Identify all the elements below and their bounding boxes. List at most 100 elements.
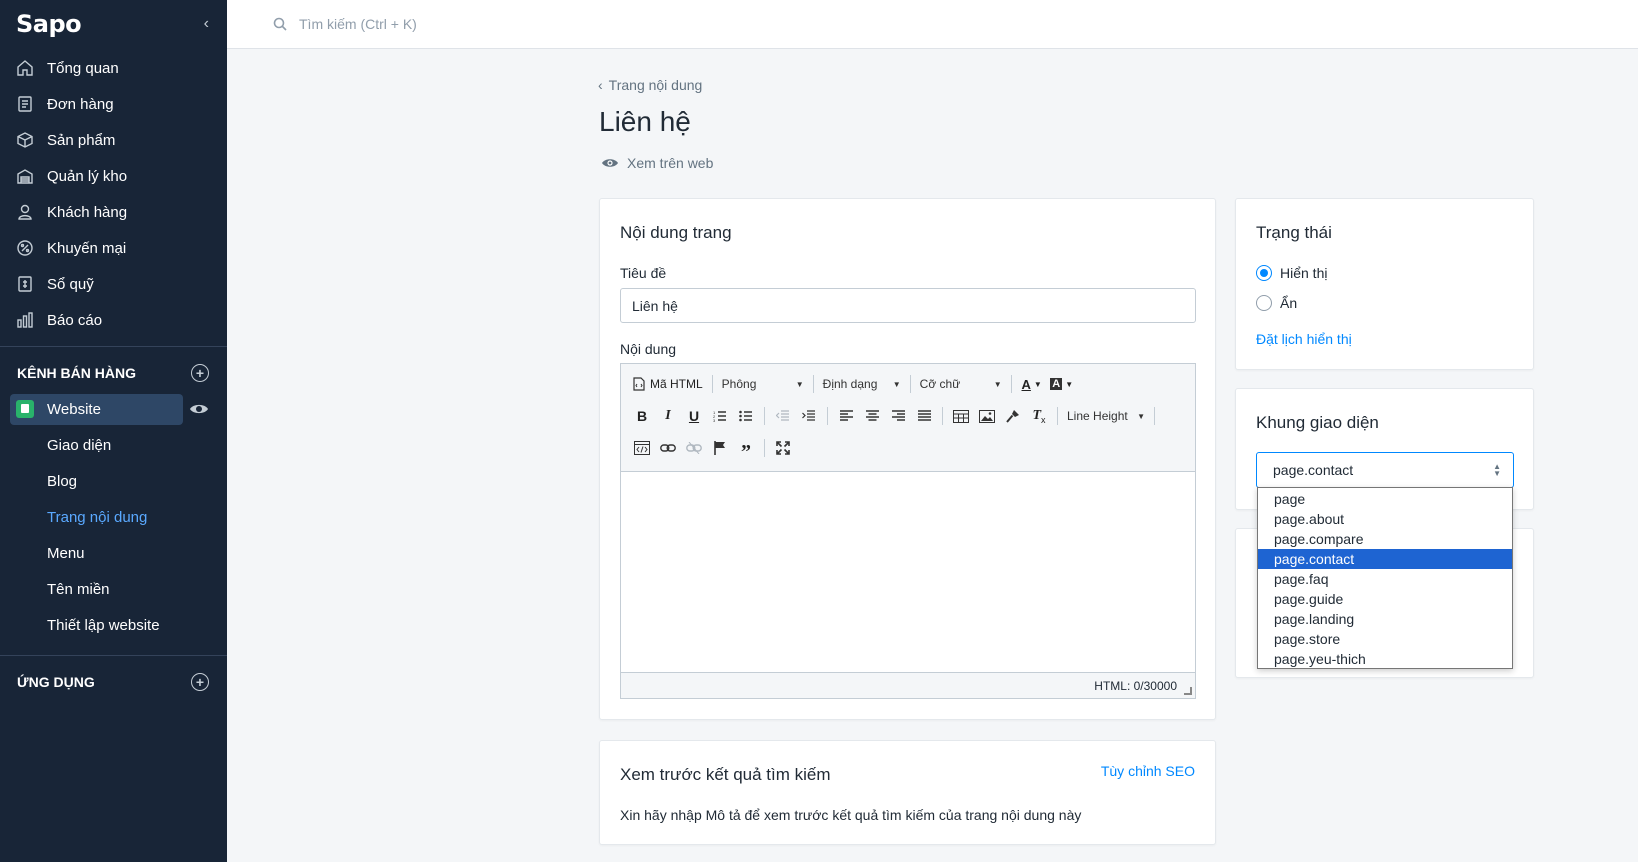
dropdown-option[interactable]: page.faq [1258,569,1512,589]
dropdown-option[interactable]: page.guide [1258,589,1512,609]
blockquote-icon[interactable]: ” [733,435,759,463]
outdent-icon[interactable] [770,403,796,429]
content-card-title: Nội dung trang [620,223,732,242]
toolbar-separator [764,407,765,425]
editor-content-area[interactable] [621,472,1195,672]
page-title: Liên hệ [599,106,691,137]
align-justify-icon[interactable] [911,403,937,429]
template-select[interactable]: page.contact ▲ ▼ [1256,452,1514,488]
ordered-list-icon[interactable]: 123 [707,403,733,429]
sidebar-item-cashbook[interactable]: Sổ quỹ [0,266,227,302]
background-color-button[interactable]: A ▼ [1047,371,1077,397]
chevron-left-icon: ‹ [598,77,603,93]
html-char-count: HTML: 0/30000 [1094,678,1177,693]
sidebar-item-reports[interactable]: Báo cáo [0,302,227,338]
percent-icon [16,239,34,257]
table-icon[interactable] [948,403,974,429]
toolbar-separator [1057,407,1058,425]
visibility-show-option[interactable]: Hiển thị [1256,265,1327,281]
dropdown-option[interactable]: page.yeu-thich [1258,649,1512,669]
caret-down-icon: ▼ [892,379,901,389]
sidebar-item-label: Báo cáo [47,311,103,329]
breadcrumb-back-link[interactable]: ‹ Trang nội dung [598,77,702,93]
sidebar-item-website[interactable]: Website [10,393,183,425]
sidebar-item-label: Sản phẩm [47,131,116,149]
sidebar-subitem-themes[interactable]: Giao diện [0,427,227,463]
toolbar-row-2: B I U 123 Tx Line Height ▼ [629,400,1187,432]
toolbar-separator [942,407,943,425]
link-icon[interactable] [655,435,681,461]
sidebar-item-overview[interactable]: Tổng quan [0,50,227,86]
sidebar-item-orders[interactable]: Đơn hàng [0,86,227,122]
line-height-select[interactable]: Line Height ▼ [1063,409,1149,423]
underline-icon[interactable]: U [681,403,707,429]
bold-icon[interactable]: B [629,403,655,429]
radio-button-checked[interactable] [1256,265,1272,281]
search-icon [273,17,287,31]
sidebar-subitem-domains[interactable]: Tên miền [0,571,227,607]
title-input[interactable]: Liên hệ [620,288,1196,323]
html-source-button[interactable]: Mã HTML [629,371,707,397]
apps-heading-label: ỨNG DỤNG [17,674,95,690]
code-file-icon [633,377,645,391]
dropdown-option[interactable]: page.landing [1258,609,1512,629]
top-bar [227,0,1638,49]
italic-icon[interactable]: I [655,403,681,429]
sidebar-item-promotions[interactable]: Khuyến mại [0,230,227,266]
svg-text:3: 3 [713,418,716,422]
visibility-hide-label: Ẩn [1280,295,1298,311]
sidebar-subitem-blog[interactable]: Blog [0,463,227,499]
anchor-flag-icon[interactable] [707,435,733,461]
align-right-icon[interactable] [885,403,911,429]
dropdown-option-selected[interactable]: page.contact [1258,549,1512,569]
toolbar-separator [909,375,911,393]
bullet-list-icon[interactable] [733,403,759,429]
dropdown-option[interactable]: page.about [1258,509,1512,529]
line-height-label: Line Height [1067,409,1128,423]
sidebar-subitem-pages[interactable]: Trang nội dung [0,499,227,535]
font-select[interactable]: Phông ▼ [718,377,808,391]
align-center-icon[interactable] [859,403,885,429]
text-color-icon: A [1021,376,1031,392]
sidebar-item-warehouse[interactable]: Quản lý kho [0,158,227,194]
eye-icon[interactable] [189,402,209,416]
search-input[interactable] [299,16,699,32]
dropdown-option[interactable]: page [1258,489,1512,509]
font-size-select-label: Cỡ chữ [919,377,961,391]
resize-handle-icon[interactable] [1184,687,1192,695]
sapo-logo[interactable]: Sapo [16,10,82,38]
clear-format-icon[interactable]: Tx [1026,403,1052,429]
customize-seo-link[interactable]: Tùy chỉnh SEO [1101,763,1195,779]
dropdown-option[interactable]: page.compare [1258,529,1512,549]
radio-button[interactable] [1256,295,1272,311]
view-on-web-link[interactable]: Xem trên web [601,155,713,171]
format-painter-icon[interactable] [1000,403,1026,429]
breadcrumb-label: Trang nội dung [608,77,703,93]
font-size-select[interactable]: Cỡ chữ ▼ [916,377,1006,391]
indent-icon[interactable] [796,403,822,429]
collapse-sidebar-icon[interactable]: ‹ [204,15,209,33]
add-channel-icon[interactable]: + [191,364,209,382]
image-icon[interactable] [974,403,1000,429]
align-left-icon[interactable] [833,403,859,429]
sidebar-item-customers[interactable]: Khách hàng [0,194,227,230]
apps-heading: ỨNG DỤNG + [0,664,227,700]
add-app-icon[interactable]: + [191,673,209,691]
caret-down-icon: ▼ [795,379,804,389]
font-select-label: Phông [721,377,757,391]
visibility-hide-option[interactable]: Ẩn [1256,295,1297,311]
sidebar-header: Sapo ‹ [0,0,227,48]
unlink-icon[interactable] [681,435,707,461]
dropdown-option[interactable]: page.store [1258,629,1512,649]
text-color-button[interactable]: A ▼ [1017,371,1047,397]
cashbook-icon [16,275,34,293]
sidebar-subitem-website-settings[interactable]: Thiết lập website [0,607,227,643]
editor-toolbar: Mã HTML Phông ▼ Định dạng ▼ Cỡ chữ ▼ A ▼ A ▼ … [621,364,1195,472]
sidebar-item-products[interactable]: Sản phẩm [0,122,227,158]
embed-code-icon[interactable] [629,435,655,461]
sidebar-subitem-menu[interactable]: Menu [0,535,227,571]
rich-text-editor: Mã HTML Phông ▼ Định dạng ▼ Cỡ chữ ▼ A ▼ A ▼ … [620,363,1196,699]
format-select[interactable]: Định dạng ▼ [819,377,905,391]
schedule-visibility-link[interactable]: Đặt lịch hiển thị [1256,331,1352,347]
fullscreen-icon[interactable] [770,435,796,461]
